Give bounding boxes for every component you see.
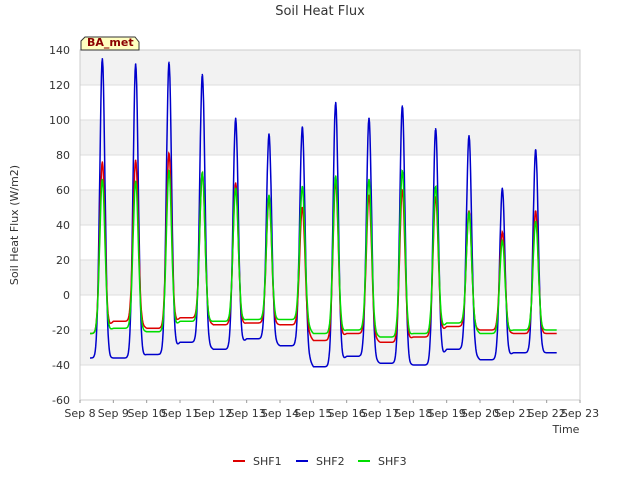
peak-point-shf2 bbox=[168, 61, 170, 64]
y-tick-label: -60 bbox=[52, 394, 70, 407]
peak-point-shf3 bbox=[168, 169, 170, 172]
site-badge-label: BA_met bbox=[87, 36, 134, 49]
peak-point-shf3 bbox=[501, 239, 504, 242]
peak-point-shf2 bbox=[501, 187, 504, 190]
peak-point-shf2 bbox=[434, 127, 437, 130]
y-tick-label: 0 bbox=[63, 289, 70, 302]
peak-point-shf3 bbox=[401, 169, 404, 172]
plot-band bbox=[80, 190, 580, 225]
plot-band bbox=[80, 85, 580, 120]
peak-point-shf2 bbox=[401, 105, 404, 107]
peak-point-shf3 bbox=[434, 185, 437, 188]
x-axis-ticks: Sep 8 Sep 9Sep 10Sep 11Sep 12Sep 13Sep 14… bbox=[64, 400, 599, 420]
peak-point-shf2 bbox=[268, 133, 270, 135]
y-tick-label: 120 bbox=[49, 79, 70, 92]
peak-point-shf1 bbox=[234, 182, 237, 184]
peak-point-shf2 bbox=[368, 117, 370, 120]
peak-point-shf2 bbox=[468, 134, 470, 137]
peak-point-shf1 bbox=[101, 161, 104, 163]
peak-point-shf3 bbox=[534, 220, 537, 223]
peak-point-shf2 bbox=[201, 73, 204, 76]
peak-point-shf3 bbox=[134, 180, 137, 183]
peak-point-shf1 bbox=[134, 159, 137, 162]
plot-band bbox=[80, 365, 580, 400]
y-tick-label: 40 bbox=[56, 219, 70, 232]
peak-point-shf3 bbox=[301, 185, 304, 188]
chart-container: -60 -40 -20 0 20 40 60 80 100 120 140 Sep 8 Sep 9 Se… bbox=[0, 0, 640, 480]
peak-point-shf2 bbox=[234, 117, 237, 120]
peak-point-shf2 bbox=[301, 126, 304, 128]
peak-point-shf1 bbox=[301, 206, 304, 209]
x-tick-label: Sep 8 bbox=[64, 407, 95, 420]
chart-svg: -60-40-20020406080100120140 Sep 8 Sep 9Se… bbox=[8, 4, 599, 468]
chart-title: Soil Heat Flux bbox=[275, 4, 365, 19]
plot-band bbox=[80, 50, 580, 85]
legend: SHF1 SHF2 SHF3 bbox=[233, 455, 407, 468]
site-badge: BA_met bbox=[80, 36, 140, 51]
peak-point-shf1 bbox=[534, 210, 537, 212]
peak-point-shf3 bbox=[468, 211, 470, 214]
y-axis-label: Soil Heat Flux (W/m2) bbox=[8, 165, 21, 285]
plot-band bbox=[80, 120, 580, 155]
x-tick-label: Sep 23 bbox=[561, 407, 599, 420]
y-tick-label: 80 bbox=[56, 149, 70, 162]
peak-point-shf3 bbox=[234, 187, 237, 190]
y-tick-label: 100 bbox=[49, 114, 70, 127]
peak-point-shf2 bbox=[101, 57, 104, 60]
peak-point-shf2 bbox=[334, 101, 337, 104]
peak-point-shf1 bbox=[168, 152, 170, 155]
x-tick-label: Sep 9 bbox=[98, 407, 129, 420]
peak-point-shf3 bbox=[268, 194, 270, 197]
peak-point-shf3 bbox=[334, 175, 337, 177]
y-axis-ticks: -60 -40 -20 0 20 40 60 80 100 120 140 bbox=[49, 44, 70, 407]
x-axis-label: Time bbox=[552, 423, 580, 436]
peak-point-shf3 bbox=[368, 178, 370, 181]
y-tick-label: 20 bbox=[56, 254, 70, 267]
plot-band bbox=[80, 155, 580, 190]
y-tick-label: -20 bbox=[52, 324, 70, 337]
y-tick-label: 140 bbox=[49, 44, 70, 57]
peak-point-shf1 bbox=[501, 231, 504, 233]
legend-label-shf1: SHF1 bbox=[253, 455, 282, 468]
peak-point-shf2 bbox=[134, 63, 137, 65]
y-tick-label: -40 bbox=[52, 359, 70, 372]
y-tick-label: 60 bbox=[56, 184, 70, 197]
legend-label-shf2: SHF2 bbox=[316, 455, 345, 468]
peak-point-shf3 bbox=[201, 171, 204, 174]
legend-label-shf3: SHF3 bbox=[378, 455, 407, 468]
peak-point-shf3 bbox=[101, 178, 104, 181]
peak-point-shf2 bbox=[534, 148, 537, 151]
